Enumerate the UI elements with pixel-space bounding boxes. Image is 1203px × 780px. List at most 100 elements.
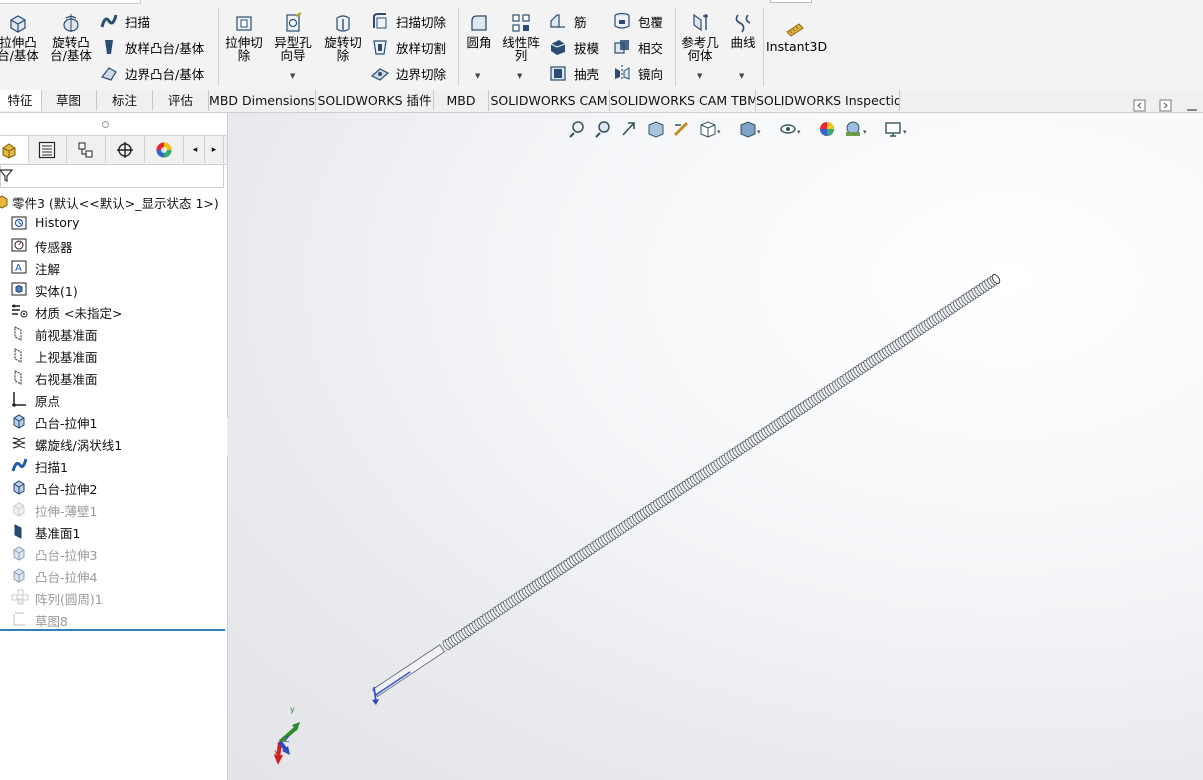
tree-item[interactable]: 凸台-拉伸2 (0, 477, 227, 497)
sweep-button[interactable]: 扫描 (99, 10, 150, 32)
linear-pattern-dropdown-caret[interactable]: ▼ (517, 72, 522, 80)
loft-boss-button[interactable]: 放样凸台/基体 (99, 36, 204, 58)
display-manager-tab[interactable] (145, 136, 184, 163)
tree-item[interactable]: 传感器 (0, 235, 227, 255)
tab-evaluate[interactable]: 评估 (153, 90, 209, 111)
view-settings-icon[interactable]: ▾ (885, 122, 907, 137)
command-manager-ribbon: 拉伸凸 台/基体 旋转凸 台/基体 扫描 放样凸台/基体 边界凸台/基体 拉伸切… (0, 0, 1203, 91)
filter-icon (0, 169, 13, 182)
tree-item[interactable]: 草图8 (0, 609, 227, 629)
tab-features[interactable]: 特征 (0, 90, 42, 111)
wrap-button[interactable]: 包覆 (612, 10, 663, 32)
zoom-to-fit-icon[interactable] (569, 121, 584, 138)
restore-window-icon[interactable] (1133, 99, 1146, 112)
mirror-label: 镜向 (638, 66, 664, 82)
tree-item[interactable]: 材质 <未指定> (0, 301, 227, 321)
fillet-button[interactable]: 圆角 (462, 12, 496, 49)
apply-scene-icon[interactable]: ▾ (846, 121, 867, 136)
shell-button[interactable]: 抽壳 (548, 62, 599, 84)
instant3d-button[interactable]: Instant3D (766, 20, 827, 53)
extrude-cut-button[interactable]: 拉伸切 除 (222, 12, 266, 62)
tab-solidworks-addins[interactable]: SOLIDWORKS 插件 (316, 90, 434, 111)
screw-model[interactable] (372, 273, 1001, 705)
tabs-scroll-right-button[interactable]: ▸ (205, 136, 224, 163)
swept-cut-icon (373, 13, 387, 29)
dimxpert-manager-tab[interactable] (106, 136, 145, 163)
tree-item[interactable]: 基准面1 (0, 521, 227, 541)
tile-window-icon[interactable] (1159, 99, 1172, 112)
tab-solidworks-cam-tbm[interactable]: SOLIDWORKS CAM TBM (610, 90, 756, 111)
tree-item[interactable]: 拉伸-薄壁1 (0, 499, 227, 519)
tab-mbd[interactable]: MBD (434, 90, 489, 111)
lofted-cut-button[interactable]: 放样切割 (370, 36, 446, 58)
zoom-to-area-icon[interactable] (595, 121, 610, 138)
property-manager-tab[interactable] (28, 136, 67, 163)
tree-item[interactable]: 原点 (0, 389, 227, 409)
section-view-icon[interactable] (648, 121, 664, 138)
tree-item-label: 阵列(圆周)1 (35, 592, 103, 607)
reference-geometry-button[interactable]: 参考几 何体 (679, 12, 721, 62)
draft-button[interactable]: 拔模 (548, 36, 599, 58)
tree-item-label: 上视基准面 (35, 350, 98, 365)
swept-cut-button[interactable]: 扫描切除 (370, 10, 446, 32)
hole-wizard-button[interactable]: 异型孔 向导 (270, 12, 316, 62)
tree-item[interactable]: History (0, 213, 227, 233)
property-list-icon (38, 141, 56, 158)
hole-wizard-dropdown-caret[interactable]: ▼ (290, 72, 295, 80)
extrude-boss-button[interactable]: 拉伸凸 台/基体 (0, 12, 40, 62)
mirror-button[interactable]: 镜向 (612, 62, 663, 84)
tab-markup[interactable]: 标注 (97, 90, 153, 111)
tree-item[interactable]: 上视基准面 (0, 345, 227, 365)
tree-item[interactable]: 阵列(圆周)1 (0, 587, 227, 607)
feature-manager-tab[interactable] (0, 136, 29, 163)
revolve-cut-button[interactable]: 旋转切 除 (320, 12, 366, 62)
tab-mbd-dimensions[interactable]: MBD Dimensions (209, 90, 316, 111)
tab-sketch[interactable]: 草图 (41, 90, 97, 111)
tree-item[interactable]: 右视基准面 (0, 367, 227, 387)
view-orientation-icon[interactable]: ▾ (700, 121, 721, 138)
hide-show-items-icon[interactable]: ▾ (780, 124, 801, 136)
tab-solidworks-inspection[interactable]: SOLIDWORKS Inspection (756, 90, 900, 111)
rib-button[interactable]: 筋 (548, 10, 587, 32)
rollback-bar[interactable] (0, 629, 225, 631)
panel-splitter-grip[interactable] (102, 121, 109, 128)
tree-item-label: 材质 <未指定> (35, 306, 123, 321)
boundary-cut-button[interactable]: 边界切除 (370, 62, 446, 84)
tree-item[interactable]: 实体(1) (0, 279, 227, 299)
curves-dropdown-caret[interactable]: ▼ (739, 72, 744, 80)
previous-view-icon[interactable] (622, 122, 635, 136)
configuration-manager-tab[interactable] (67, 136, 106, 163)
reference-geometry-dropdown-caret[interactable]: ▼ (697, 72, 702, 80)
feature-tree-icon (2, 142, 16, 159)
shell-icon (550, 66, 566, 81)
curves-button[interactable]: 曲线 (727, 12, 759, 49)
plane-icon (11, 369, 27, 388)
tree-root-part[interactable]: 零件3 (默认<<默认>_显示状态 1>) (0, 191, 227, 211)
tree-item[interactable]: 凸台-拉伸4 (0, 565, 227, 585)
tree-item[interactable]: 螺旋线/涡状线1 (0, 433, 227, 453)
edit-appearance-icon[interactable] (820, 122, 834, 136)
boundary-boss-button[interactable]: 边界凸台/基体 (99, 62, 204, 84)
revolve-boss-button[interactable]: 旋转凸 台/基体 (48, 12, 94, 62)
model-canvas[interactable]: Y X Z (228, 113, 1203, 780)
tabs-scroll-left-button[interactable]: ◂ (186, 136, 205, 163)
viewport-window-controls (1133, 99, 1203, 116)
tree-item[interactable]: 前视基准面 (0, 323, 227, 343)
tree-filter-field[interactable] (0, 164, 224, 188)
intersect-button[interactable]: 相交 (612, 36, 663, 58)
revolve-cut-icon (336, 15, 350, 32)
graphics-area[interactable]: Y X Z (228, 113, 1203, 780)
tree-item[interactable]: 凸台-拉伸3 (0, 543, 227, 563)
linear-pattern-button[interactable]: 线性阵 列 (500, 12, 542, 62)
tab-solidworks-cam[interactable]: SOLIDWORKS CAM (489, 90, 610, 111)
svg-text:▾: ▾ (903, 128, 907, 136)
boundary-icon (101, 67, 117, 81)
tree-item[interactable]: A 注解 (0, 257, 227, 277)
display-style-icon[interactable]: ▾ (740, 121, 761, 138)
plane1-icon (11, 523, 27, 542)
dynamic-annotation-views-icon[interactable] (673, 121, 689, 137)
tree-item[interactable]: 扫描1 (0, 455, 227, 475)
tree-item-label: 拉伸-薄壁1 (35, 504, 98, 519)
fillet-dropdown-caret[interactable]: ▼ (475, 72, 480, 80)
tree-item[interactable]: 凸台-拉伸1 (0, 411, 227, 431)
